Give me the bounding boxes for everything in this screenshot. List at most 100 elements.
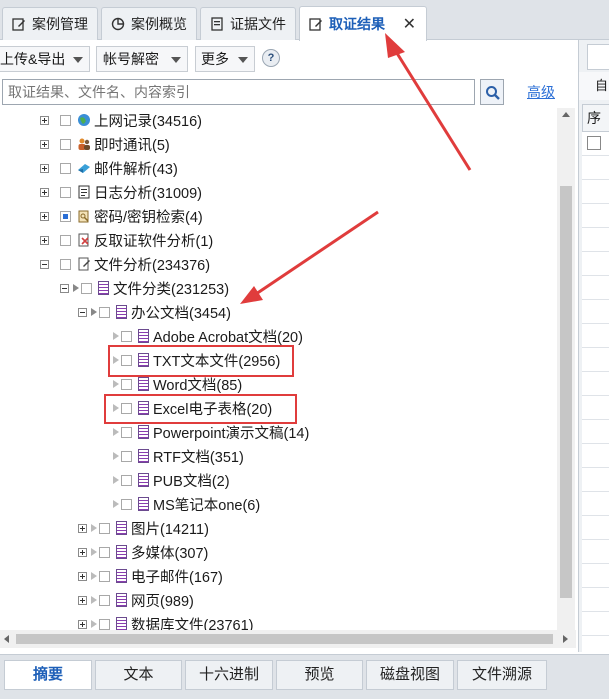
dropdown-label: 帐号解密	[103, 51, 159, 67]
tree-item[interactable]: 日志分析(31009)	[40, 180, 202, 204]
expand-icon[interactable]	[78, 595, 87, 605]
close-icon[interactable]: ✕	[403, 14, 416, 34]
tree-item[interactable]: 办公文档(3454)	[78, 300, 231, 324]
scroll-right-icon[interactable]	[563, 635, 568, 643]
checkbox[interactable]	[60, 186, 71, 198]
bottom-tab-bar: 摘要 文本 十六进制 预览 磁盘视图 文件溯源	[0, 654, 609, 699]
help-button[interactable]: ?	[262, 49, 280, 67]
vertical-scrollbar[interactable]	[557, 108, 575, 630]
tree-item[interactable]: MS笔记本one(6)	[113, 492, 260, 516]
tree-item[interactable]: 邮件解析(43)	[40, 156, 178, 180]
tab-summary[interactable]: 摘要	[4, 660, 92, 690]
tree-item[interactable]: 密码/密钥检索(4)	[40, 204, 203, 228]
checkbox[interactable]	[60, 210, 71, 222]
expand-icon[interactable]	[78, 547, 87, 557]
checkbox[interactable]	[99, 618, 110, 630]
checkbox[interactable]	[121, 330, 132, 342]
tree-item-label: 图片(14211)	[131, 521, 209, 538]
im-users-icon	[77, 137, 91, 151]
search-button[interactable]	[480, 79, 504, 105]
tree-item-label: 密码/密钥检索(4)	[94, 209, 203, 226]
scroll-up-icon[interactable]	[562, 112, 570, 117]
expand-icon[interactable]	[40, 139, 49, 149]
tree-item[interactable]: 文件分类(231253)	[60, 276, 229, 300]
checkbox[interactable]	[121, 498, 132, 510]
tree-item-label: 邮件解析(43)	[94, 161, 178, 178]
tree-item[interactable]: PUB文档(2)	[113, 468, 230, 492]
tab-case-manage[interactable]: 案例管理	[2, 7, 98, 40]
tree-item[interactable]: 文件分析(234376)	[40, 252, 210, 276]
expand-icon[interactable]	[40, 235, 49, 245]
tab-preview[interactable]: 预览	[276, 660, 363, 690]
tree-item[interactable]: 电子邮件(167)	[78, 564, 223, 588]
scroll-thumb[interactable]	[16, 634, 553, 644]
tree-item[interactable]: RTF文档(351)	[113, 444, 244, 468]
document-icon	[116, 521, 127, 535]
tree-item[interactable]: 图片(14211)	[78, 516, 209, 540]
tree-arrow-icon	[113, 500, 119, 508]
checkbox[interactable]	[60, 234, 71, 246]
tab-forensic-result[interactable]: 取证结果 ✕	[299, 6, 427, 41]
expand-icon[interactable]	[40, 211, 49, 221]
more-dropdown[interactable]: 更多	[195, 46, 255, 72]
tree-item[interactable]: 即时通讯(5)	[40, 132, 170, 156]
checkbox[interactable]	[81, 282, 92, 294]
tab-evidence-file[interactable]: 证据文件	[200, 7, 296, 40]
advanced-search-link[interactable]: 高级	[527, 82, 555, 102]
tree-item[interactable]: 数据库文件(23761)	[78, 612, 253, 630]
tree-item[interactable]: 多媒体(307)	[78, 540, 208, 564]
right-panel-tab[interactable]	[587, 44, 609, 70]
tree-arrow-icon	[113, 380, 119, 388]
tree-item-label: 反取证软件分析(1)	[94, 233, 214, 250]
row-checkbox[interactable]	[587, 136, 601, 150]
chevron-down-icon	[171, 57, 181, 63]
tree-item-label: PUB文档(2)	[153, 473, 230, 490]
chevron-down-icon	[73, 57, 83, 63]
tree-item[interactable]: 上网记录(34516)	[40, 108, 202, 132]
tree-item[interactable]: 反取证软件分析(1)	[40, 228, 213, 252]
search-input[interactable]	[2, 79, 475, 105]
collapse-icon[interactable]	[60, 283, 69, 293]
horizontal-scrollbar[interactable]	[0, 630, 576, 648]
expand-icon[interactable]	[40, 115, 49, 125]
tree-item-label: 多媒体(307)	[131, 545, 209, 562]
top-tab-bar: 案例管理 案例概览 证据文件 取证结果 ✕	[0, 0, 609, 41]
expand-icon[interactable]	[78, 619, 87, 629]
checkbox[interactable]	[60, 258, 71, 270]
document-icon	[116, 305, 127, 319]
column-header-index[interactable]: 序号	[582, 104, 609, 132]
checkbox[interactable]	[99, 546, 110, 558]
expand-icon[interactable]	[78, 571, 87, 581]
expand-icon[interactable]	[40, 163, 49, 173]
account-decrypt-dropdown[interactable]: 帐号解密	[96, 46, 188, 72]
checkbox[interactable]	[121, 426, 132, 438]
tab-overview[interactable]: 案例概览	[101, 7, 197, 40]
document-icon	[116, 593, 127, 607]
checkbox[interactable]	[99, 306, 110, 318]
collapse-icon[interactable]	[78, 307, 87, 317]
scroll-thumb[interactable]	[560, 186, 572, 598]
tab-disk-view[interactable]: 磁盘视图	[366, 660, 454, 690]
checkbox[interactable]	[99, 522, 110, 534]
checkbox[interactable]	[121, 474, 132, 486]
tree-item-label: Powerpoint演示文稿(14)	[153, 425, 310, 442]
expand-icon[interactable]	[40, 187, 49, 197]
checkbox[interactable]	[60, 162, 71, 174]
result-table	[582, 132, 609, 652]
tab-file-trace[interactable]: 文件溯源	[457, 660, 547, 690]
expand-icon[interactable]	[78, 523, 87, 533]
scroll-left-icon[interactable]	[4, 635, 9, 643]
tree-item[interactable]: 网页(989)	[78, 588, 194, 612]
tab-text[interactable]: 文本	[95, 660, 182, 690]
checkbox[interactable]	[60, 138, 71, 150]
chevron-down-icon	[238, 57, 248, 63]
checkbox[interactable]	[60, 114, 71, 126]
key-search-icon	[77, 209, 91, 223]
upload-export-dropdown[interactable]: 上传&导出	[0, 46, 90, 72]
checkbox[interactable]	[99, 594, 110, 606]
checkbox[interactable]	[121, 378, 132, 390]
tab-hex[interactable]: 十六进制	[185, 660, 273, 690]
checkbox[interactable]	[99, 570, 110, 582]
collapse-icon[interactable]	[40, 259, 49, 269]
checkbox[interactable]	[121, 450, 132, 462]
